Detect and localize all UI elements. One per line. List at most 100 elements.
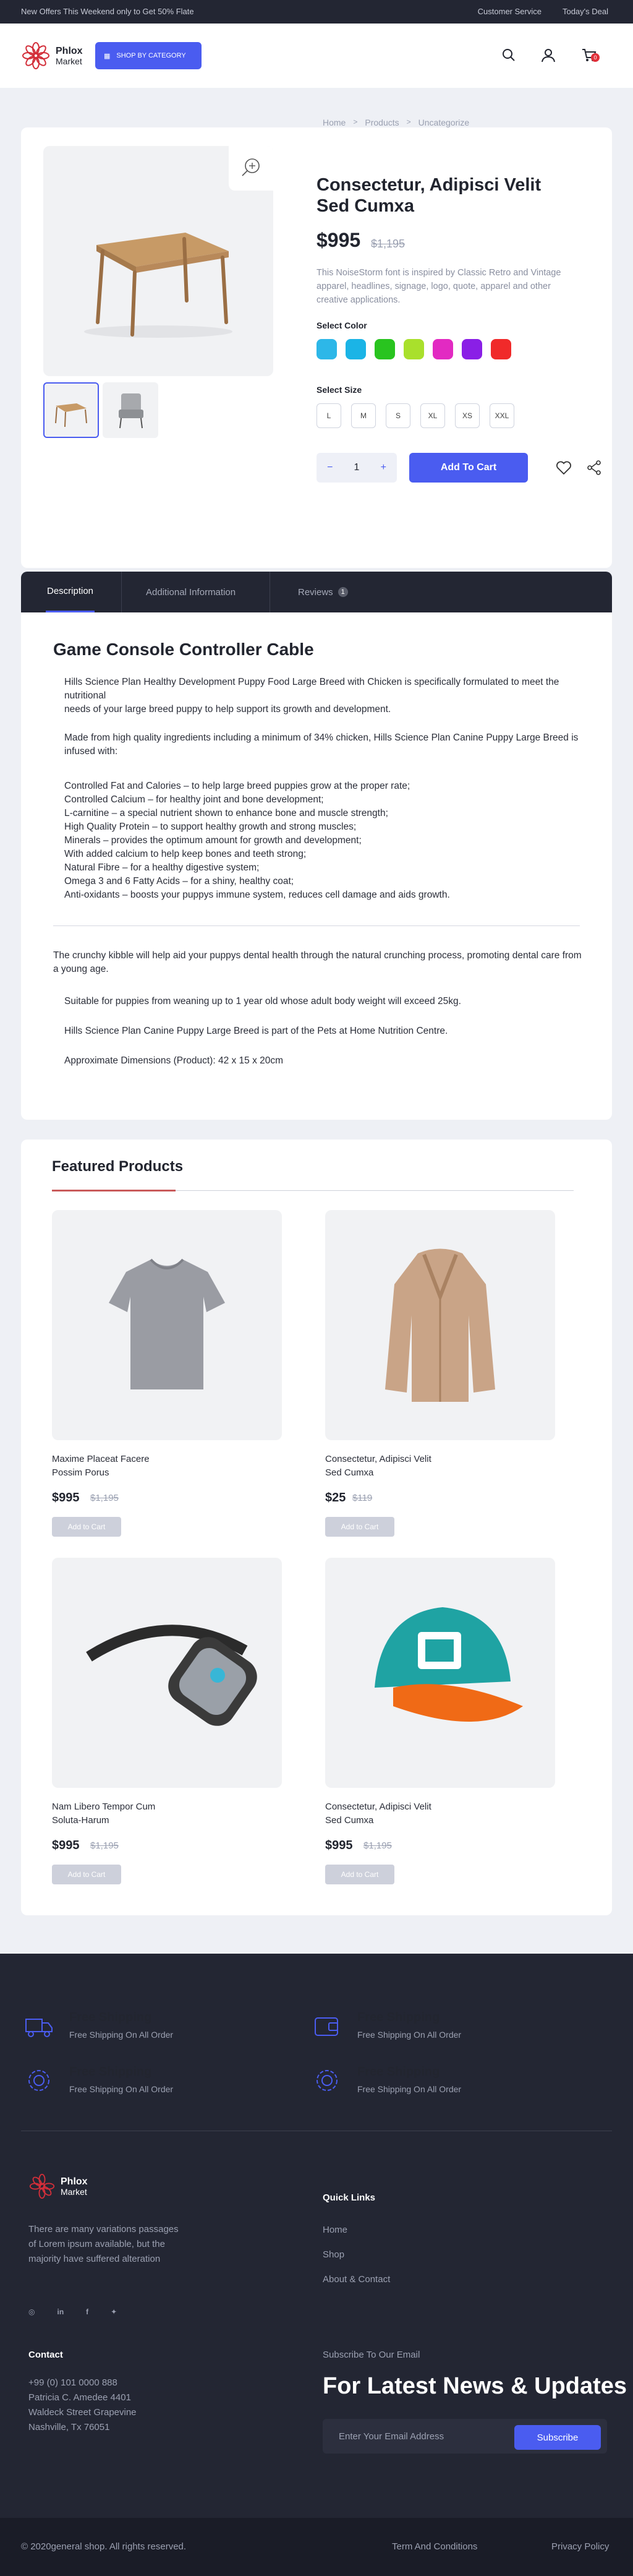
category-label: Shop by category [116, 52, 186, 59]
tab-additional-information[interactable]: Additional Information [146, 572, 236, 612]
product-price: $995 [52, 1491, 80, 1505]
color-swatch[interactable] [346, 339, 366, 359]
tab-reviews[interactable]: Reviews 1 [298, 572, 348, 612]
footer-logo[interactable]: Phlox Market [28, 2173, 88, 2200]
linkedin-icon[interactable]: in [57, 2308, 64, 2316]
size-option[interactable]: S [386, 403, 410, 428]
size-option[interactable]: XL [420, 403, 445, 428]
add-to-cart-button[interactable]: Add to Cart [325, 1865, 394, 1884]
product-name-line2[interactable]: Possim Porus [52, 1466, 109, 1480]
tabs-bar: Description Additional Information Revie… [21, 572, 612, 612]
product-old-price: $1,195 [363, 1840, 392, 1851]
product-name[interactable]: Nam Libero Tempor Cum [52, 1800, 155, 1814]
newsletter-heading: For Latest News & Updates [323, 2373, 627, 2399]
shipping-sub: Free Shipping On All Order [357, 2084, 462, 2094]
product-name-line2[interactable]: Sed Cumxa [325, 1466, 373, 1480]
user-icon[interactable] [540, 47, 556, 63]
product-name-line2[interactable]: Soluta-Harum [52, 1814, 109, 1827]
breadcrumb-current: Uncategorize [418, 118, 470, 127]
search-icon[interactable] [501, 47, 517, 63]
todays-deal-link[interactable]: Today's Deal [563, 7, 608, 16]
size-option[interactable]: L [316, 403, 341, 428]
product-image[interactable] [52, 1210, 282, 1440]
product-name-line2[interactable]: Sed Cumxa [325, 1814, 373, 1827]
quantity-value[interactable]: 1 [354, 462, 360, 473]
wallet-icon [315, 2017, 338, 2036]
twitter-icon[interactable]: ✦ [111, 2308, 117, 2316]
footer-brand-name: Phlox [61, 2176, 88, 2187]
heart-icon[interactable] [555, 459, 572, 476]
shipping-title: Free Shipping [357, 2065, 440, 2079]
product-image[interactable] [325, 1558, 555, 1788]
product-name[interactable]: Maxime Placeat Facere [52, 1453, 150, 1466]
contact-address-2: Waldeck Street Grapevine [28, 2407, 137, 2418]
minus-icon[interactable]: − [327, 462, 333, 473]
product-image[interactable] [325, 1210, 555, 1440]
product-title: Consectetur, Adipisci Velit Sed Cumxa [316, 175, 542, 216]
logo[interactable]: Phlox Market [21, 41, 83, 71]
size-option[interactable]: XXL [490, 403, 514, 428]
shipping-sub: Free Shipping On All Order [69, 2084, 174, 2094]
customer-service-link[interactable]: Customer Service [478, 7, 542, 16]
color-swatch[interactable] [462, 339, 482, 359]
reviews-label: Reviews [298, 586, 333, 598]
shipping-title: Free Shipping [69, 2011, 152, 2024]
featured-title: Featured Products [52, 1158, 184, 1175]
privacy-link[interactable]: Privacy Policy [551, 2541, 609, 2552]
add-to-cart-button[interactable]: Add to Cart [52, 1517, 121, 1537]
copyright: © 2020general shop. All rights reserved. [21, 2541, 187, 2552]
zoom-icon [242, 158, 260, 176]
product-name[interactable]: Consectetur, Adipisci Velit [325, 1800, 431, 1814]
contact-address-3: Nashville, Tx 76051 [28, 2422, 110, 2432]
footer-link-shop[interactable]: Shop [323, 2249, 344, 2260]
add-to-cart-button[interactable]: Add To Cart [409, 453, 528, 483]
quick-links-title: Quick Links [323, 2192, 376, 2203]
truck-icon [25, 2019, 53, 2037]
tab-description[interactable]: Description [46, 572, 95, 612]
product-image[interactable] [52, 1558, 282, 1788]
description-p5: Hills Science Plan Canine Puppy Large Br… [64, 1026, 448, 1036]
plus-icon[interactable]: + [381, 462, 386, 473]
footer-link-home[interactable]: Home [323, 2225, 347, 2235]
breadcrumb-products[interactable]: Products [365, 118, 399, 127]
description-list-item: Omega 3 and 6 Fatty Acids – for a shiny,… [64, 876, 294, 887]
terms-link[interactable]: Term And Conditions [392, 2541, 477, 2552]
brand-name: Phlox [56, 45, 83, 56]
facebook-icon[interactable]: f [86, 2308, 88, 2316]
bottom-bar: © 2020general shop. All rights reserved.… [0, 2518, 633, 2576]
zoom-button[interactable] [229, 146, 273, 191]
size-option[interactable]: XS [455, 403, 480, 428]
product-name[interactable]: Consectetur, Adipisci Velit [325, 1453, 431, 1466]
footer-link-about-contact[interactable]: About & Contact [323, 2274, 390, 2285]
thumbnail-chair[interactable] [103, 382, 158, 438]
product-old-price: $119 [352, 1493, 373, 1503]
description-list-item: Controlled Calcium – for healthy joint a… [64, 794, 324, 805]
product-price: $25 [325, 1491, 346, 1505]
color-swatch[interactable] [433, 339, 453, 359]
header: Phlox Market ▦ Shop by category 0 [0, 24, 633, 88]
size-option[interactable]: M [351, 403, 376, 428]
shop-by-category-button[interactable]: ▦ Shop by category [95, 42, 202, 69]
color-swatch[interactable] [375, 339, 395, 359]
brand-sub: Market [56, 56, 82, 66]
share-icon[interactable] [586, 459, 603, 476]
instagram-icon[interactable]: ◎ [28, 2308, 35, 2316]
shipping-feature: Free Shipping Free Shipping On All Order [312, 2011, 461, 2041]
featured-underline-accent [52, 1190, 176, 1191]
color-swatch[interactable] [316, 339, 337, 359]
color-swatch[interactable] [404, 339, 424, 359]
footer-about: There are many variations passages of Lo… [28, 2224, 179, 2264]
add-to-cart-button[interactable]: Add to Cart [325, 1517, 394, 1537]
cart-button[interactable]: 0 [581, 47, 600, 66]
subscribe-button[interactable]: Subscribe [514, 2425, 601, 2450]
top-bar: New Offers This Weekend only to Get 50% … [0, 0, 633, 24]
fur-coat-icon [385, 1248, 495, 1402]
breadcrumb-home[interactable]: Home [323, 118, 346, 127]
product-old-price: $1,195 [90, 1840, 119, 1851]
color-swatch[interactable] [491, 339, 511, 359]
contact-phone: +99 (0) 101 0000 888 [28, 2377, 117, 2388]
product-price: $995 [52, 1839, 80, 1852]
thumbnail-table[interactable] [43, 382, 99, 438]
add-to-cart-button[interactable]: Add to Cart [52, 1865, 121, 1884]
breadcrumb: Home > Products > Uncategorize [323, 118, 470, 127]
